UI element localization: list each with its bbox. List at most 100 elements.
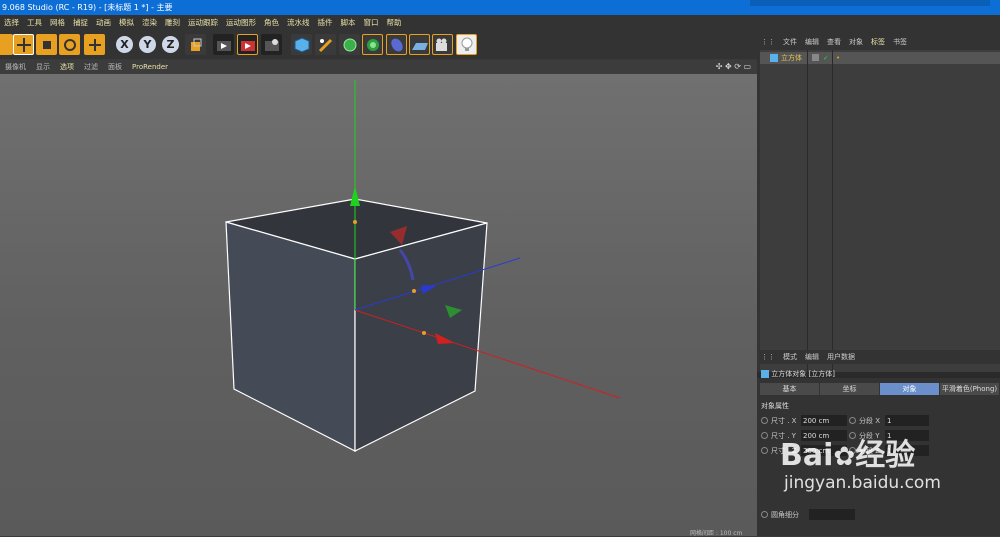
am-menu-mode[interactable]: 模式 xyxy=(779,350,801,364)
animate-radio[interactable] xyxy=(849,417,856,424)
menu-simulate[interactable]: 模拟 xyxy=(115,15,138,31)
array-object-icon[interactable] xyxy=(362,34,383,55)
om-menu-edit[interactable]: 编辑 xyxy=(801,35,823,49)
cube-object-icon xyxy=(761,370,769,378)
menu-snap[interactable]: 捕捉 xyxy=(69,15,92,31)
cube-object-icon xyxy=(770,54,778,62)
tab-basic[interactable]: 基本 xyxy=(760,383,819,395)
menu-motion-tracking[interactable]: 运动跟踪 xyxy=(184,15,222,31)
size-x-label: 尺寸 . X xyxy=(771,417,797,425)
animate-radio[interactable] xyxy=(761,511,768,518)
section-title: 对象属性 xyxy=(761,402,789,410)
om-menu-view[interactable]: 查看 xyxy=(823,35,845,49)
menu-select[interactable]: 选择 xyxy=(0,15,23,31)
menu-mograph[interactable]: 运动图形 xyxy=(222,15,260,31)
y-axis-lock-button[interactable]: Y xyxy=(137,34,158,55)
tab-object[interactable]: 对象 xyxy=(880,383,939,395)
fillet-subdivision-field[interactable] xyxy=(809,509,855,520)
animate-radio[interactable] xyxy=(761,417,768,424)
x-axis-lock-button[interactable]: X xyxy=(114,34,135,55)
size-x-field[interactable]: 200 cm xyxy=(801,415,847,426)
size-x-row: 尺寸 . X 200 cm 分段 X 1 xyxy=(761,415,997,427)
om-grip-icon: ⋮⋮ xyxy=(761,38,775,46)
object-list: 立方体 ✓ • xyxy=(760,50,1000,372)
3d-viewport[interactable] xyxy=(0,74,757,536)
viewport-menu-camera[interactable]: 摄像机 xyxy=(0,60,31,74)
om-menu-file[interactable]: 文件 xyxy=(779,35,801,49)
tag-icon[interactable]: • xyxy=(836,52,840,64)
y-axis-arrow xyxy=(350,186,360,206)
watermark-brand: Bai xyxy=(780,438,834,473)
fillet-subdivision-label: 圆角细分 xyxy=(771,511,799,519)
camera-object-icon[interactable] xyxy=(432,34,453,55)
pen-spline-icon[interactable] xyxy=(315,34,336,55)
cube-left-face xyxy=(225,221,356,452)
rotate-tool-icon[interactable] xyxy=(59,34,80,55)
viewport-menu-bar: 摄像机 显示 选项 过滤 面板 ProRender ✣ ✥ ⟳ ▭ xyxy=(0,60,757,74)
title-bar-highlight xyxy=(750,0,990,6)
move-tool-icon[interactable] xyxy=(13,34,34,55)
tab-coordinates[interactable]: 坐标 xyxy=(820,383,879,395)
coordinate-system-icon[interactable] xyxy=(185,34,206,55)
menu-mesh[interactable]: 网格 xyxy=(46,15,69,31)
menu-animate[interactable]: 动画 xyxy=(92,15,115,31)
title-bar: 9.068 Studio (RC - R19) - [未标题 1 *] - 主要 xyxy=(0,0,1000,15)
main-toolbar: X Y Z xyxy=(0,31,757,59)
viewport-menu-prorender[interactable]: ProRender xyxy=(127,60,173,74)
baidu-watermark: Bai✿经验 jingyan.baidu.com xyxy=(780,438,941,494)
render-settings-icon[interactable] xyxy=(261,34,282,55)
cube-object-icon[interactable] xyxy=(291,34,312,55)
am-menu-edit[interactable]: 编辑 xyxy=(801,350,823,364)
object-row-cube[interactable]: 立方体 ✓ • xyxy=(760,52,1000,64)
animate-radio[interactable] xyxy=(761,432,768,439)
recent-tool-icon[interactable] xyxy=(84,34,105,55)
watermark-url: jingyan.baidu.com xyxy=(784,473,941,493)
cube-right-face xyxy=(354,222,488,452)
floor-object-icon[interactable] xyxy=(409,34,430,55)
fillet-subdivision-row: 圆角细分 xyxy=(761,509,997,521)
menu-pipeline[interactable]: 流水线 xyxy=(283,15,314,31)
tab-phong[interactable]: 平滑着色(Phong) xyxy=(940,383,999,395)
menu-help[interactable]: 帮助 xyxy=(383,15,406,31)
subdivision-surface-icon[interactable] xyxy=(339,34,360,55)
menu-script[interactable]: 脚本 xyxy=(337,15,360,31)
menu-window[interactable]: 窗口 xyxy=(360,15,383,31)
attribute-title-row: 立方体对象 [立方体] xyxy=(761,369,835,379)
live-select-icon[interactable] xyxy=(0,34,13,55)
z-axis-lock-button[interactable]: Z xyxy=(160,34,181,55)
visibility-icon[interactable] xyxy=(812,54,819,61)
attribute-tabs: 基本 坐标 对象 平滑着色(Phong) xyxy=(760,383,1000,395)
viewport-menu-display[interactable]: 显示 xyxy=(31,60,55,74)
render-to-picture-viewer-icon[interactable] xyxy=(237,34,258,55)
deformer-object-icon[interactable] xyxy=(386,34,407,55)
viewport-menu-panel[interactable]: 面板 xyxy=(103,60,127,74)
paw-icon: ✿ xyxy=(833,442,856,472)
menu-tools[interactable]: 工具 xyxy=(23,15,46,31)
menu-render[interactable]: 渲染 xyxy=(138,15,161,31)
om-menu-tags[interactable]: 标签 xyxy=(867,35,889,49)
segments-x-field[interactable]: 1 xyxy=(885,415,929,426)
attribute-manager-menu: ⋮⋮ 模式 编辑 用户数据 xyxy=(757,350,1000,364)
watermark-brand2: 经验 xyxy=(855,438,916,473)
enabled-check-icon[interactable]: ✓ xyxy=(823,52,829,64)
animate-radio[interactable] xyxy=(761,447,768,454)
om-menu-bookmarks[interactable]: 书签 xyxy=(889,35,911,49)
menu-sculpt[interactable]: 雕刻 xyxy=(161,15,184,31)
object-name: 立方体 xyxy=(781,54,802,62)
viewport-menu-filter[interactable]: 过滤 xyxy=(79,60,103,74)
window-title: 9.068 Studio (RC - R19) - [未标题 1 *] - 主要 xyxy=(2,3,173,12)
object-manager-menu: ⋮⋮ 文件 编辑 查看 对象 标签 书签 xyxy=(757,35,1000,49)
render-view-icon[interactable] xyxy=(213,34,234,55)
light-object-icon[interactable] xyxy=(456,34,477,55)
am-menu-user-data[interactable]: 用户数据 xyxy=(823,350,859,364)
menu-character[interactable]: 角色 xyxy=(260,15,283,31)
segments-x-label: 分段 X xyxy=(859,417,881,425)
om-menu-objects[interactable]: 对象 xyxy=(845,35,867,49)
attribute-title: 立方体对象 [立方体] xyxy=(771,370,835,378)
am-grip-icon: ⋮⋮ xyxy=(761,353,775,361)
main-menu-bar: 选择 工具 网格 捕捉 动画 模拟 渲染 雕刻 运动跟踪 运动图形 角色 流水线… xyxy=(0,15,1000,31)
viewport-menu-options[interactable]: 选项 xyxy=(55,60,79,74)
scale-tool-icon[interactable] xyxy=(36,34,57,55)
viewport-navigation-icons[interactable]: ✣ ✥ ⟳ ▭ xyxy=(716,60,751,74)
menu-plugins[interactable]: 插件 xyxy=(314,15,337,31)
